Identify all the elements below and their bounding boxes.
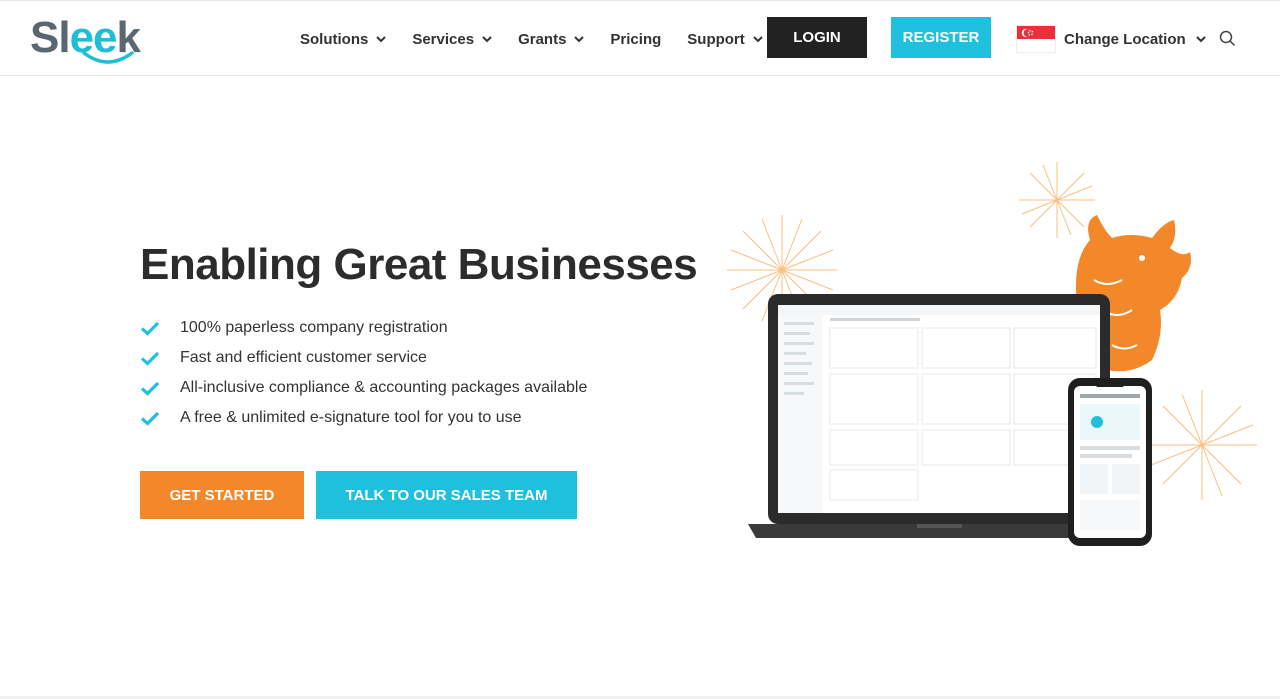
change-location-label: Change Location [1064, 30, 1186, 48]
login-button[interactable]: LOGIN [767, 17, 867, 58]
nav-pricing[interactable]: Pricing [610, 31, 661, 48]
search-icon[interactable] [1219, 30, 1236, 52]
nav-label: Support [687, 30, 745, 48]
feature-text: All-inclusive compliance & accounting pa… [180, 379, 588, 396]
nav-label: Pricing [610, 30, 662, 48]
chevron-down-icon [482, 35, 492, 43]
feature-text: A free & unlimited e-signature tool for … [180, 409, 522, 426]
nav-label: Services [412, 30, 475, 48]
list-item: 100% paperless company registration [140, 313, 587, 343]
chevron-down-icon [1195, 35, 1206, 43]
nav-services[interactable]: Services [412, 31, 492, 48]
logo-smile-icon [82, 51, 134, 64]
chevron-down-icon [376, 35, 387, 43]
feature-text: Fast and efficient customer service [180, 349, 427, 366]
list-item: Fast and efficient customer service [140, 343, 587, 373]
nav-grants[interactable]: Grants [518, 30, 585, 48]
sleek-logo[interactable]: Sleek [30, 13, 141, 64]
checkmark-icon [140, 381, 180, 396]
phone-icon [1068, 378, 1152, 546]
site-header: Sleek Solutions Services Grants Pricing … [0, 0, 1280, 76]
nav-label: Solutions [300, 30, 369, 48]
hero-title: Enabling Great Businesses [140, 240, 698, 289]
register-button[interactable]: REGISTER [891, 17, 991, 58]
checkmark-icon [140, 321, 180, 336]
checkmark-icon [140, 351, 180, 366]
list-item: All-inclusive compliance & accounting pa… [140, 373, 587, 403]
feature-list: 100% paperless company registration Fast… [140, 313, 587, 433]
chevron-down-icon [574, 35, 585, 43]
change-location-dropdown[interactable]: Change Location [1016, 25, 1206, 53]
feature-text: 100% paperless company registration [180, 319, 448, 336]
nav-support[interactable]: Support [687, 31, 763, 48]
hero-illustration [727, 162, 1257, 546]
list-item: A free & unlimited e-signature tool for … [140, 403, 587, 433]
get-started-button[interactable]: GET STARTED [140, 471, 304, 519]
nav-solutions[interactable]: Solutions [300, 30, 387, 48]
singapore-flag-icon [1016, 25, 1056, 53]
nav-label: Grants [518, 30, 567, 48]
talk-to-sales-button[interactable]: TALK TO OUR SALES TEAM [316, 471, 577, 519]
checkmark-icon [140, 411, 180, 426]
chevron-down-icon [753, 35, 763, 43]
main-nav: Solutions Services Grants Pricing Suppor… [300, 1, 789, 77]
